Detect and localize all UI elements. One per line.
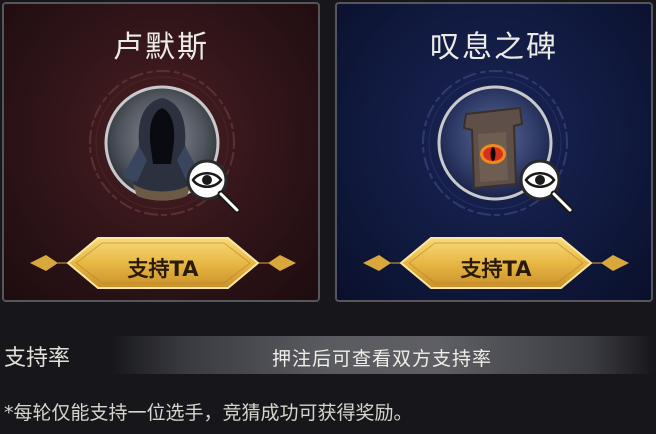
- contestant-portrait[interactable]: [436, 84, 574, 214]
- support-button-sigh-stele[interactable]: 支持TA: [361, 230, 631, 296]
- contestant-name: 叹息之碑: [430, 30, 558, 65]
- eye-magnifier-icon[interactable]: [181, 154, 245, 218]
- support-rate-label: 支持率: [4, 346, 71, 371]
- support-rate-bar: 押注后可查看双方支持率: [110, 336, 654, 374]
- support-button-label: 支持TA: [127, 257, 199, 281]
- eye-magnifier-icon[interactable]: [514, 154, 578, 218]
- contestant-name: 卢默斯: [113, 30, 209, 65]
- contestant-portrait[interactable]: [103, 84, 241, 214]
- support-button-lumos[interactable]: 支持TA: [28, 230, 298, 296]
- rules-footnote: *每轮仅能支持一位选手，竞猜成功可获得奖励。: [4, 402, 413, 424]
- support-button-label: 支持TA: [460, 257, 532, 281]
- contestant-card-sigh-stele: 叹息之碑 支持TA: [335, 2, 653, 302]
- support-rate-hint: 押注后可查看双方支持率: [271, 348, 492, 370]
- contestant-card-lumos: 卢默斯 支持TA: [2, 2, 320, 302]
